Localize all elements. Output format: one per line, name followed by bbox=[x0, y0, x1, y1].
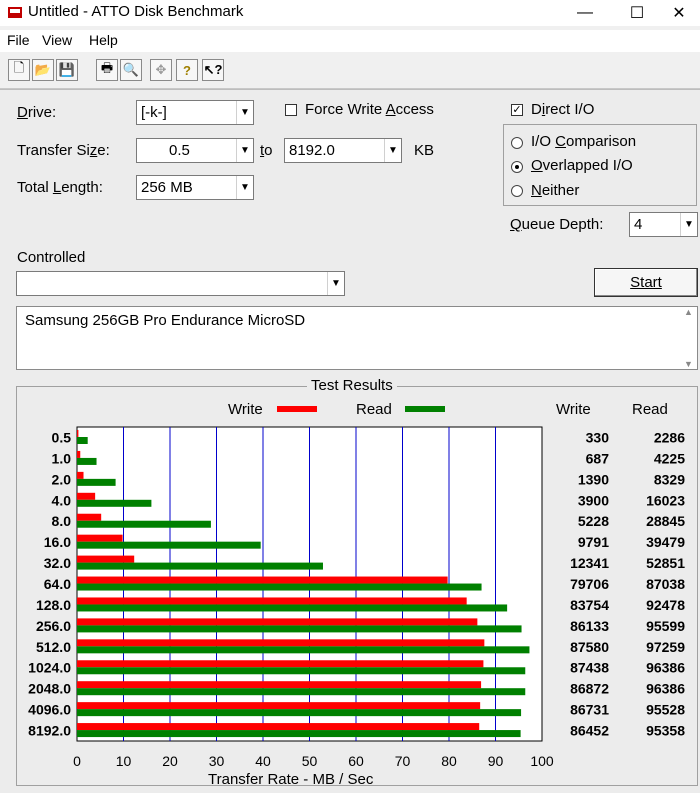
read-bar bbox=[77, 646, 530, 654]
read-value-label: 96386 bbox=[646, 660, 685, 676]
read-value-label: 16023 bbox=[646, 492, 685, 508]
write-bar bbox=[77, 450, 81, 458]
x-tick-label: 0 bbox=[73, 753, 81, 769]
write-value-label: 3900 bbox=[578, 492, 609, 508]
write-value-label: 83754 bbox=[570, 597, 609, 613]
write-bar bbox=[77, 639, 485, 647]
category-label: 128.0 bbox=[36, 597, 71, 613]
write-value-label: 87580 bbox=[570, 639, 609, 655]
category-label: 32.0 bbox=[44, 555, 71, 571]
write-value-label: 86872 bbox=[570, 681, 609, 697]
read-bar bbox=[77, 667, 526, 675]
write-value-label: 12341 bbox=[570, 555, 609, 571]
write-bar bbox=[77, 681, 482, 689]
read-bar bbox=[77, 625, 522, 633]
read-bar bbox=[77, 478, 116, 486]
read-value-label: 95599 bbox=[646, 618, 685, 634]
read-bar bbox=[77, 688, 526, 696]
x-tick-label: 100 bbox=[530, 753, 554, 769]
read-value-label: 28845 bbox=[646, 513, 685, 529]
write-bar bbox=[77, 618, 478, 626]
write-value-label: 330 bbox=[586, 429, 610, 445]
x-tick-label: 70 bbox=[395, 753, 411, 769]
category-label: 512.0 bbox=[36, 639, 71, 655]
write-bar bbox=[77, 555, 135, 563]
category-label: 8192.0 bbox=[28, 723, 71, 739]
write-value-label: 1390 bbox=[578, 471, 609, 487]
write-value-label: 5228 bbox=[578, 513, 609, 529]
write-value-label: 87438 bbox=[570, 660, 609, 676]
category-label: 16.0 bbox=[44, 534, 71, 550]
write-bar bbox=[77, 702, 481, 710]
read-value-label: 4225 bbox=[654, 450, 685, 466]
read-value-label: 92478 bbox=[646, 597, 685, 613]
read-value-label: 2286 bbox=[654, 429, 685, 445]
read-bar bbox=[77, 520, 211, 528]
category-label: 1024.0 bbox=[28, 660, 71, 676]
write-value-label: 86452 bbox=[570, 723, 609, 739]
read-value-label: 87038 bbox=[646, 576, 685, 592]
read-bar bbox=[77, 709, 522, 717]
read-bar bbox=[77, 583, 482, 591]
transfer-rate-chart: 0 10 20 30 40 50 60 70 80 90 100 0.5 330 2286 1.0 687 42… bbox=[28, 426, 685, 769]
x-tick-label: 80 bbox=[441, 753, 457, 769]
x-tick-label: 20 bbox=[162, 753, 178, 769]
read-value-label: 39479 bbox=[646, 534, 685, 550]
category-label: 2.0 bbox=[52, 471, 72, 487]
write-bar bbox=[77, 723, 480, 731]
read-value-label: 96386 bbox=[646, 681, 685, 697]
category-label: 256.0 bbox=[36, 618, 71, 634]
category-label: 64.0 bbox=[44, 576, 71, 592]
x-tick-label: 10 bbox=[116, 753, 132, 769]
write-bar bbox=[77, 660, 484, 668]
read-value-label: 95528 bbox=[646, 702, 685, 718]
category-label: 0.5 bbox=[52, 429, 72, 445]
read-bar bbox=[77, 604, 508, 612]
read-bar bbox=[77, 457, 97, 465]
read-bar bbox=[77, 730, 521, 738]
write-value-label: 86133 bbox=[570, 618, 609, 634]
x-axis-label: Transfer Rate - MB / Sec bbox=[208, 771, 374, 788]
read-bar bbox=[77, 541, 261, 549]
category-label: 1.0 bbox=[52, 450, 72, 466]
read-value-label: 8329 bbox=[654, 471, 685, 487]
category-label: 4096.0 bbox=[28, 702, 71, 718]
write-bar bbox=[77, 597, 467, 605]
write-bar bbox=[77, 534, 123, 542]
x-tick-label: 30 bbox=[209, 753, 225, 769]
write-bar bbox=[77, 430, 79, 437]
write-bar bbox=[77, 576, 448, 584]
read-value-label: 95358 bbox=[646, 723, 685, 739]
x-tick-label: 40 bbox=[255, 753, 271, 769]
x-tick-label: 50 bbox=[302, 753, 318, 769]
x-tick-label: 90 bbox=[488, 753, 504, 769]
write-bar bbox=[77, 513, 102, 521]
read-bar bbox=[77, 562, 323, 570]
category-label: 8.0 bbox=[52, 513, 72, 529]
write-value-label: 79706 bbox=[570, 576, 609, 592]
read-bar bbox=[77, 499, 152, 507]
category-label: 2048.0 bbox=[28, 681, 71, 697]
x-tick-label: 60 bbox=[348, 753, 364, 769]
read-value-label: 52851 bbox=[646, 555, 685, 571]
write-bar bbox=[77, 492, 96, 500]
write-value-label: 687 bbox=[586, 450, 610, 466]
write-bar bbox=[77, 471, 84, 479]
write-value-label: 86731 bbox=[570, 702, 609, 718]
read-bar bbox=[77, 437, 88, 444]
category-label: 4.0 bbox=[52, 492, 72, 508]
read-value-label: 97259 bbox=[646, 639, 685, 655]
write-value-label: 9791 bbox=[578, 534, 609, 550]
